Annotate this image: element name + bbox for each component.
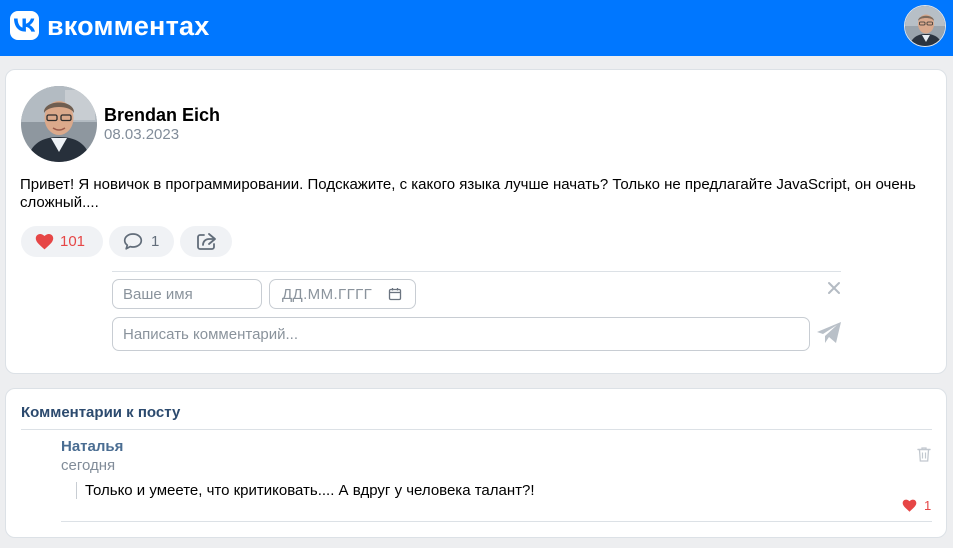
like-button[interactable]: 101 [21,226,103,257]
comment-date: сегодня [61,457,116,474]
vk-logo-icon[interactable] [10,11,39,40]
comment-bubble-icon [123,233,143,250]
comment-text: Только и умеете, что критиковать.... А в… [76,482,535,499]
brand-name[interactable]: вкомментах [47,10,209,42]
heart-icon [35,233,54,250]
comment-divider [61,521,932,522]
comment-author[interactable]: Наталья [61,438,123,455]
send-icon[interactable] [816,321,842,345]
form-divider [112,271,841,272]
comments-divider [21,429,932,430]
user-avatar[interactable] [904,5,946,47]
share-button[interactable] [180,226,232,257]
post-card: Brendan Eich 08.03.2023 Привет! Я новичо… [5,69,947,374]
trash-icon[interactable] [917,446,931,462]
comment-count: 1 [151,233,160,250]
heart-icon [902,499,917,512]
post-text: Привет! Я новичок в программировании. По… [20,176,916,211]
post-date: 08.03.2023 [104,126,180,143]
calendar-icon[interactable] [388,287,402,301]
author-avatar[interactable] [21,86,97,162]
close-icon[interactable] [826,280,842,296]
name-input[interactable] [112,279,262,309]
top-bar: вкомментах [0,0,953,56]
comment-input[interactable] [112,317,810,351]
like-count: 101 [60,233,86,250]
comment-button[interactable]: 1 [109,226,174,257]
comments-title: Комментарии к посту [21,404,181,421]
comment-like-button[interactable]: 1 [902,498,931,513]
post-author-name[interactable]: Brendan Eich [104,105,220,126]
comment-like-count: 1 [924,498,932,513]
comments-card: Комментарии к посту Наталья сегодня Толь… [5,388,947,538]
share-icon [196,233,216,250]
